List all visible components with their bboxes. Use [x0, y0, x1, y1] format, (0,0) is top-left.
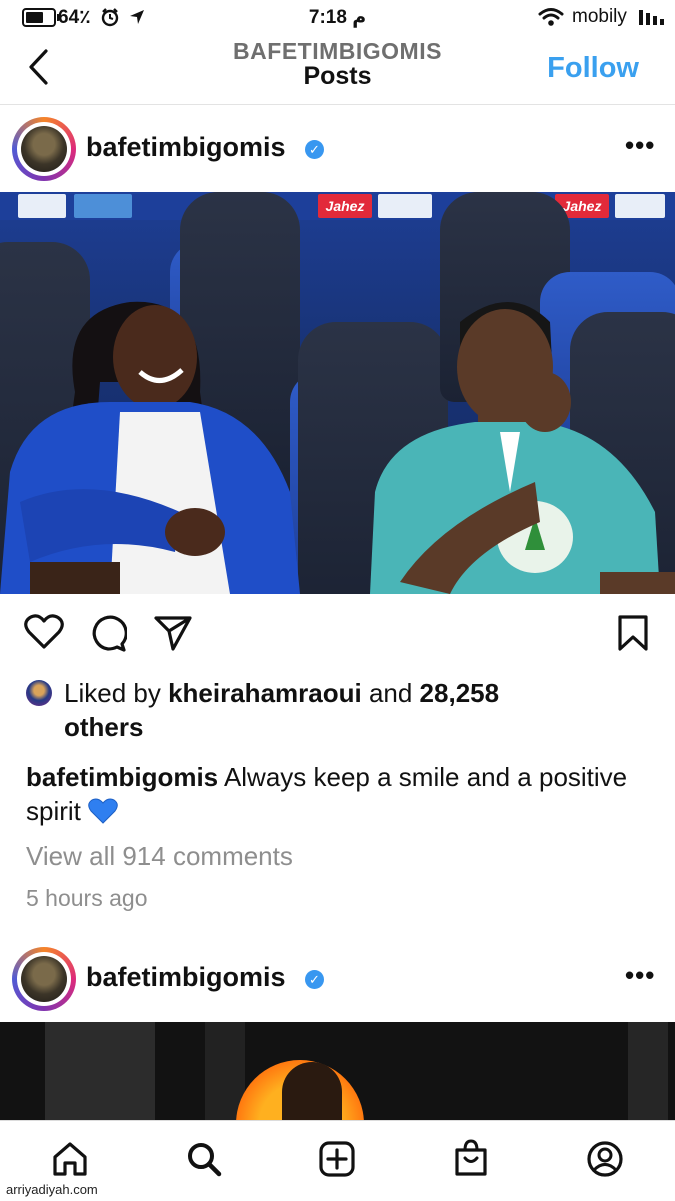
share-icon[interactable]	[153, 614, 193, 652]
post-timestamp: 5 hours ago	[26, 885, 148, 911]
like-heart-icon[interactable]	[24, 614, 64, 650]
post-caption: bafetimbigomis Always keep a smile and a…	[26, 760, 646, 828]
shop-icon[interactable]	[453, 1139, 489, 1177]
post-username[interactable]: bafetimbigomis	[86, 962, 286, 993]
likes-count[interactable]: 28,258	[420, 678, 500, 708]
liked-others[interactable]: others	[64, 712, 143, 742]
caption-username[interactable]: bafetimbigomis	[26, 762, 218, 792]
signal-icon	[639, 10, 664, 25]
carrier-name: mobily	[572, 6, 627, 27]
player-left	[0, 301, 300, 594]
ad-jahez: Jahez	[318, 194, 372, 218]
liked-user[interactable]: kheirahamraoui	[168, 678, 362, 708]
likes-summary[interactable]: Liked by kheirahamraoui and 28,258 others	[64, 676, 624, 744]
verified-badge-icon: ✓	[305, 970, 324, 989]
post-avatar[interactable]	[12, 117, 76, 181]
post-photo[interactable]	[0, 1022, 675, 1120]
view-comments-link[interactable]: View all 914 comments	[26, 841, 293, 872]
verified-badge-icon: ✓	[305, 140, 324, 159]
follow-button[interactable]: Follow	[547, 52, 639, 85]
watermark: arriyadiyah.com	[6, 1182, 98, 1197]
home-icon[interactable]	[52, 1141, 88, 1177]
liked-and: and	[361, 678, 420, 708]
post-photo[interactable]: Jahez Jahez	[0, 192, 675, 594]
wifi-icon	[538, 8, 564, 26]
header-divider	[0, 104, 675, 105]
post-username[interactable]: bafetimbigomis	[86, 132, 286, 163]
post-avatar[interactable]	[12, 947, 76, 1011]
more-options-icon[interactable]: •••	[625, 960, 655, 991]
profile-icon[interactable]	[586, 1140, 624, 1178]
player-right	[370, 302, 675, 594]
more-options-icon[interactable]: •••	[625, 130, 655, 161]
search-icon[interactable]	[186, 1141, 222, 1177]
comment-icon[interactable]	[89, 614, 127, 652]
bottom-tab-bar	[0, 1120, 675, 1201]
liked-prefix: Liked by	[64, 678, 169, 708]
add-post-icon[interactable]	[319, 1141, 355, 1177]
status-bar: 64٪ 7:18 م mobily	[0, 0, 675, 36]
bookmark-icon[interactable]	[617, 614, 649, 652]
blue-heart-emoji-icon	[88, 798, 118, 824]
liker-avatar[interactable]	[26, 680, 52, 706]
